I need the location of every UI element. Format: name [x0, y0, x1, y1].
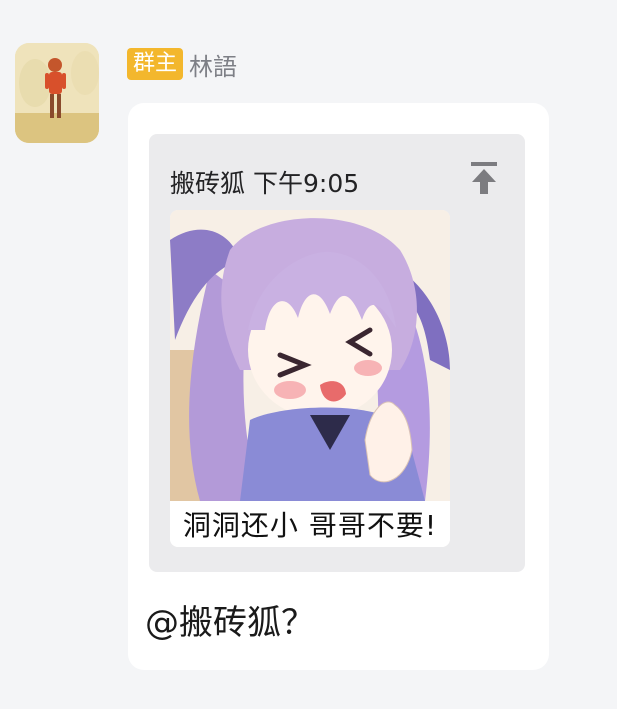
avatar-image — [15, 43, 99, 143]
avatar[interactable] — [15, 43, 99, 143]
quote-time: 下午9:05 — [253, 169, 360, 198]
quote-header: 搬砖狐 下午9:05 — [170, 164, 359, 200]
sticker-image[interactable]: 洞洞还小 哥哥不要! — [170, 210, 450, 547]
message-bubble[interactable]: 搬砖狐 下午9:05 洞洞还小 哥哥不要! @搬砖狐？ — [128, 103, 549, 670]
sender-name[interactable]: 林語 — [189, 47, 237, 82]
arrow-to-top-icon[interactable] — [469, 160, 499, 196]
quote-author: 搬砖狐 — [170, 169, 246, 198]
quoted-message[interactable]: 搬砖狐 下午9:05 洞洞还小 哥哥不要! — [149, 134, 525, 572]
role-badge: 群主 — [127, 48, 184, 80]
sticker-illustration — [170, 210, 450, 501]
message-sender: 群主 林語 — [127, 47, 237, 81]
sticker-caption: 洞洞还小 哥哥不要! — [170, 501, 450, 547]
message-text: @搬砖狐？ — [145, 603, 315, 643]
